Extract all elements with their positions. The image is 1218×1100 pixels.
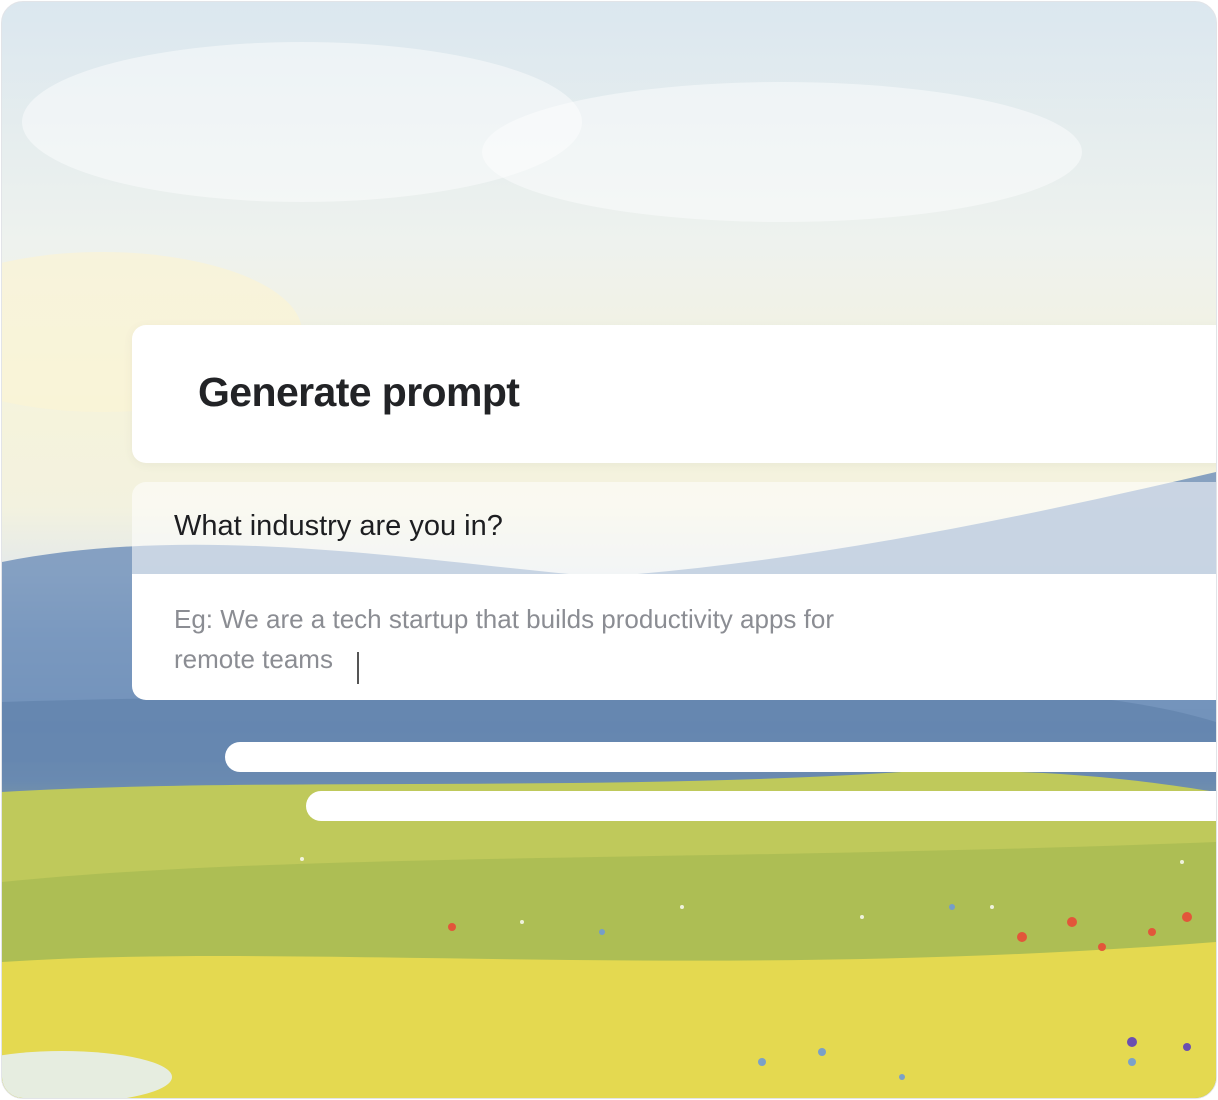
page-title: Generate prompt <box>198 369 520 415</box>
placeholder-bar-1 <box>225 742 1216 772</box>
placeholder-bar-2 <box>306 791 1216 821</box>
industry-input-placeholder: Eg: We are a tech startup that builds pr… <box>174 604 834 674</box>
generate-prompt-card: Generate prompt <box>132 325 1216 463</box>
app-frame: Generate prompt What industry are you in… <box>1 1 1217 1099</box>
industry-input-field[interactable]: Eg: We are a tech startup that builds pr… <box>132 574 1216 700</box>
text-caret <box>357 652 359 684</box>
question-header: What industry are you in? <box>132 482 1216 576</box>
question-label: What industry are you in? <box>174 510 503 542</box>
